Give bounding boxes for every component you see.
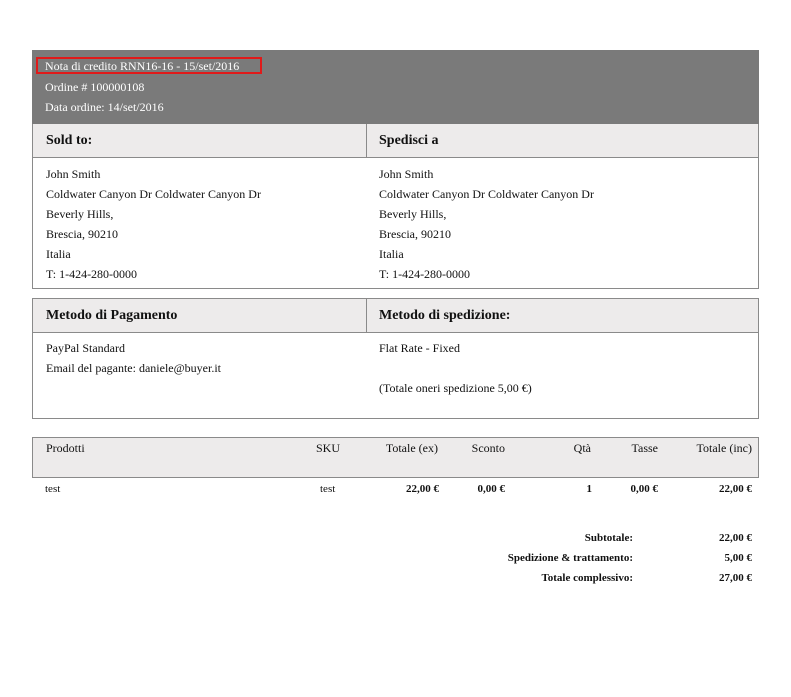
product-total-ex: 22,00 € bbox=[406, 483, 439, 495]
column-header-tax: Tasse bbox=[631, 441, 658, 455]
address-box: Sold to: Spedisci a John Smith Coldwater… bbox=[32, 124, 759, 289]
product-name: test bbox=[45, 483, 61, 495]
subtotal-label: Subtotale: bbox=[584, 532, 633, 544]
column-header-discount: Sconto bbox=[471, 441, 505, 455]
address-line: Beverly Hills, bbox=[379, 207, 447, 221]
sold-to-address: John Smith Coldwater Canyon Dr Coldwater… bbox=[46, 164, 261, 284]
shipping-method: Flat Rate - Fixed bbox=[379, 341, 460, 355]
address-line: Italia bbox=[46, 247, 71, 261]
shipping-method-title: Metodo di spedizione: bbox=[379, 308, 511, 323]
address-box-header: Sold to: Spedisci a bbox=[33, 124, 758, 158]
product-tax: 0,00 € bbox=[630, 483, 659, 495]
totals-section: Subtotale: 22,00 € Spedizione & trattame… bbox=[32, 532, 759, 592]
address-line: John Smith bbox=[46, 167, 101, 181]
credit-note-title: Nota di credito RNN16-16 - 15/set/2016 bbox=[45, 59, 240, 73]
address-line: Coldwater Canyon Dr Coldwater Canyon Dr bbox=[46, 187, 261, 201]
address-line: Coldwater Canyon Dr Coldwater Canyon Dr bbox=[379, 187, 594, 201]
grand-total-value: 27,00 € bbox=[719, 572, 752, 584]
address-line: Brescia, 90210 bbox=[379, 227, 451, 241]
methods-box-body: PayPal Standard Email del pagante: danie… bbox=[33, 333, 758, 418]
payment-method: PayPal Standard bbox=[46, 341, 125, 355]
shipping-total: (Totale oneri spedizione 5,00 €) bbox=[379, 381, 532, 395]
ship-to-title: Spedisci a bbox=[379, 133, 439, 148]
methods-box-header: Metodo di Pagamento Metodo di spedizione… bbox=[33, 299, 758, 333]
shipping-handling-label: Spedizione & trattamento: bbox=[507, 552, 633, 564]
column-header-sku: SKU bbox=[316, 441, 341, 455]
product-discount: 0,00 € bbox=[477, 483, 506, 495]
document-header: Nota di credito RNN16-16 - 15/set/2016 O… bbox=[32, 50, 759, 124]
shipping-handling-value: 5,00 € bbox=[724, 552, 753, 564]
product-total-inc: 22,00 € bbox=[719, 483, 752, 495]
address-line: John Smith bbox=[379, 167, 434, 181]
address-phone: T: 1-424-280-0000 bbox=[46, 267, 138, 281]
methods-box: Metodo di Pagamento Metodo di spedizione… bbox=[32, 298, 759, 419]
address-line: Beverly Hills, bbox=[46, 207, 114, 221]
column-header-qty: Qtà bbox=[573, 441, 591, 455]
column-header-total-ex: Totale (ex) bbox=[385, 441, 438, 455]
grand-total-row: Totale complessivo: 27,00 € bbox=[32, 572, 759, 592]
ship-to-address: John Smith Coldwater Canyon Dr Coldwater… bbox=[379, 164, 594, 284]
column-divider bbox=[366, 299, 367, 332]
column-header-product: Prodotti bbox=[46, 441, 85, 455]
shipping-details: Flat Rate - Fixed (Totale oneri spedizio… bbox=[379, 338, 532, 398]
product-sku: test bbox=[320, 483, 336, 495]
products-table: Prodotti SKU Totale (ex) Sconto Qtà Tass… bbox=[32, 437, 759, 502]
subtotal-value: 22,00 € bbox=[719, 532, 752, 544]
order-date: Data ordine: 14/set/2016 bbox=[45, 100, 164, 114]
grand-total-label: Totale complessivo: bbox=[541, 572, 633, 584]
order-number: Ordine # 100000108 bbox=[45, 80, 145, 94]
spacer-row bbox=[379, 358, 532, 378]
address-phone: T: 1-424-280-0000 bbox=[379, 267, 471, 281]
product-qty: 1 bbox=[586, 483, 593, 495]
shipping-handling-row: Spedizione & trattamento: 5,00 € bbox=[32, 552, 759, 572]
products-table-header: Prodotti SKU Totale (ex) Sconto Qtà Tass… bbox=[32, 437, 759, 478]
payment-method-title: Metodo di Pagamento bbox=[46, 308, 178, 323]
address-line: Italia bbox=[379, 247, 404, 261]
credit-memo-document: Nota di credito RNN16-16 - 15/set/2016 O… bbox=[32, 50, 759, 584]
column-divider bbox=[366, 124, 367, 157]
payment-details: PayPal Standard Email del pagante: danie… bbox=[46, 338, 221, 378]
address-box-body: John Smith Coldwater Canyon Dr Coldwater… bbox=[33, 158, 758, 288]
table-row: test test 22,00 € 0,00 € 1 0,00 € 22,00 … bbox=[32, 478, 759, 502]
address-line: Brescia, 90210 bbox=[46, 227, 118, 241]
subtotal-row: Subtotale: 22,00 € bbox=[32, 532, 759, 552]
payer-email: Email del pagante: daniele@buyer.it bbox=[46, 361, 221, 375]
sold-to-title: Sold to: bbox=[46, 133, 93, 148]
column-header-total-inc: Totale (inc) bbox=[696, 441, 752, 455]
